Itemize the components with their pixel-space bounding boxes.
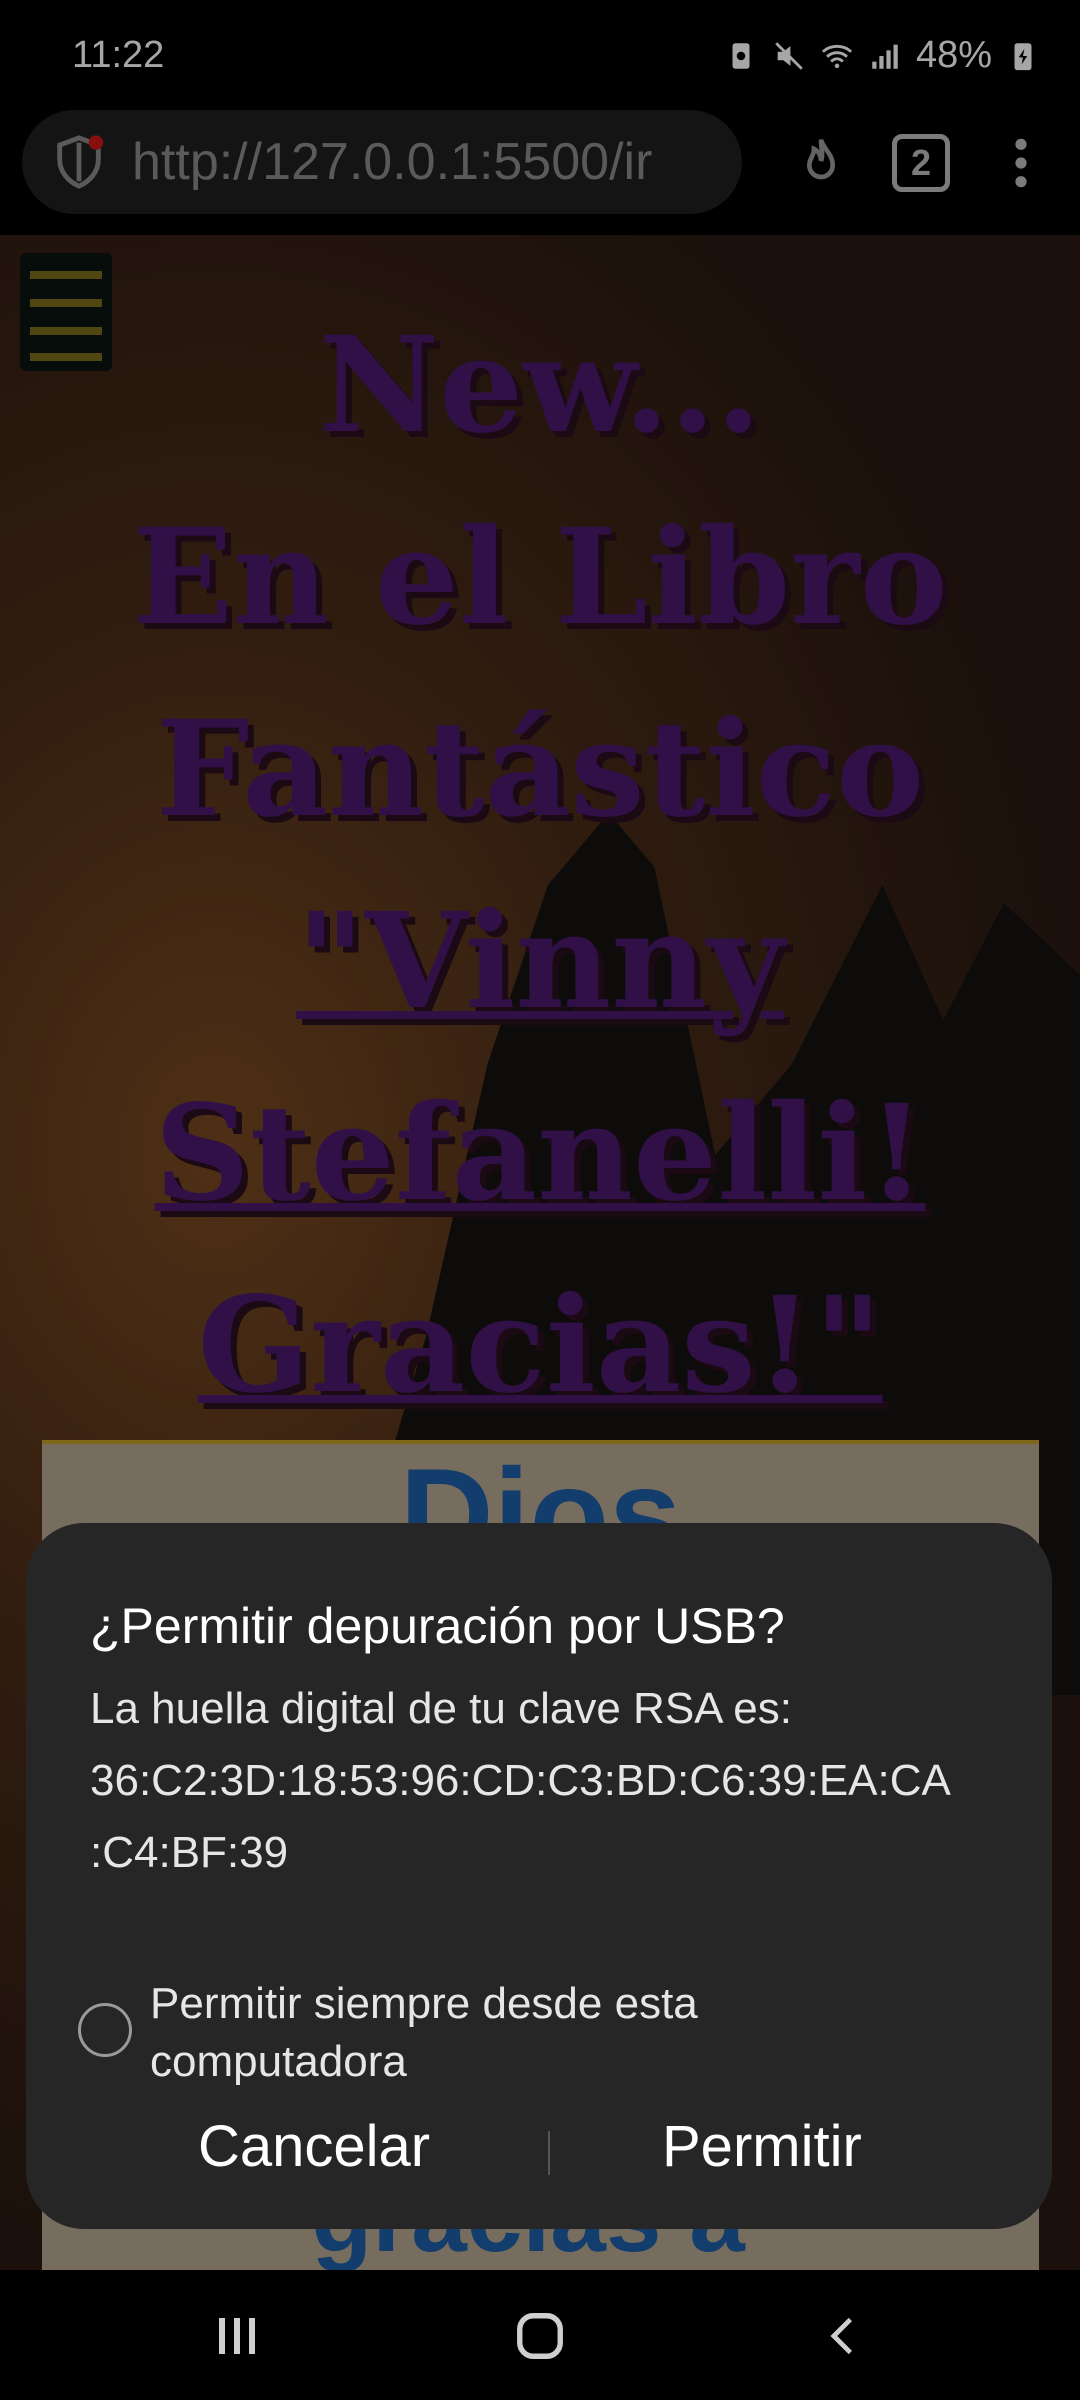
dialog-actions: Cancelar Permitir bbox=[26, 2113, 1052, 2193]
home-button[interactable] bbox=[505, 2308, 575, 2364]
usb-debug-dialog: ¿Permitir depuración por USB? La huella … bbox=[26, 1523, 1052, 2229]
dialog-body-line: La huella digital de tu clave RSA es: bbox=[90, 1684, 793, 1733]
back-button[interactable] bbox=[808, 2308, 878, 2364]
rsa-fingerprint-cont: :C4:BF:39 bbox=[90, 1828, 289, 1877]
recents-button[interactable] bbox=[202, 2308, 272, 2364]
button-divider bbox=[548, 2131, 550, 2175]
dialog-body: La huella digital de tu clave RSA es: 36… bbox=[90, 1673, 1020, 1889]
home-icon bbox=[517, 2313, 563, 2359]
cancel-button[interactable]: Cancelar bbox=[198, 2113, 430, 2180]
dialog-title: ¿Permitir depuración por USB? bbox=[90, 1598, 785, 1654]
back-icon bbox=[830, 2317, 853, 2355]
navigation-bar bbox=[0, 2270, 1080, 2400]
always-allow-radio[interactable] bbox=[78, 2003, 132, 2057]
always-allow-label: Permitir siempre desde esta computadora bbox=[150, 1979, 698, 2086]
allow-button[interactable]: Permitir bbox=[662, 2113, 862, 2180]
always-allow-option[interactable]: Permitir siempre desde esta computadora bbox=[78, 1975, 870, 2091]
recents-icon bbox=[219, 2318, 255, 2354]
rsa-fingerprint: 36:C2:3D:18:53:96:CD:C3:BD:C6:39:EA:CA bbox=[90, 1756, 951, 1805]
